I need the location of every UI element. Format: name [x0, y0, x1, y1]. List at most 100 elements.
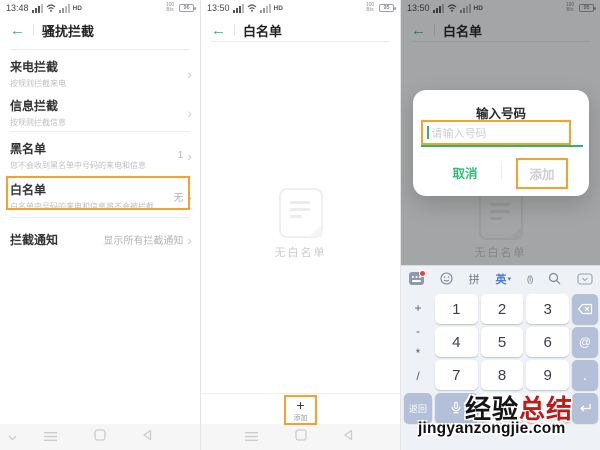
key-6[interactable]: 6 [526, 327, 569, 357]
phone-number-input[interactable]: 请输入号码 [421, 120, 571, 145]
item-title: 拦截通知 [10, 231, 99, 248]
status-time: 13:50 [207, 3, 230, 13]
hd-volte-label: HD [274, 5, 283, 12]
list-item-call-block[interactable]: 来电拦截 按规则拦截来电 › [10, 58, 192, 89]
key-8[interactable]: 8 [481, 360, 524, 390]
symbol-minus[interactable]: - [416, 324, 420, 338]
page-title: 白名单 [243, 21, 282, 40]
item-title: 来电拦截 [10, 58, 183, 75]
chevron-right-icon: › [187, 67, 192, 81]
menu-nav-icon[interactable] [245, 428, 258, 446]
divider [10, 49, 190, 50]
symbol-column[interactable]: + - * / [404, 294, 432, 390]
item-title: 黑名单 [10, 140, 174, 157]
screen-whitelist-empty: 13:50 HD 100 B/s 95 ← 白名单 无白名单 + 添加 [200, 0, 400, 450]
sogou-logo-icon[interactable] [409, 272, 424, 285]
wifi-icon [46, 4, 56, 12]
divider [201, 393, 400, 394]
key-9[interactable]: 9 [526, 360, 569, 390]
back-nav-icon[interactable] [142, 428, 152, 446]
menu-nav-icon[interactable] [44, 428, 57, 446]
button-divider [501, 161, 502, 181]
signal-icon [233, 4, 244, 13]
notification-badge [419, 270, 426, 277]
confirm-add-button[interactable]: 添加 [529, 164, 554, 183]
android-nav-bar [0, 424, 200, 450]
divider [10, 131, 190, 132]
status-bar: 13:48 HD 100 B/s 96 [0, 0, 200, 16]
language-label: 英 [495, 271, 506, 287]
header-divider [234, 24, 235, 36]
empty-document-icon [279, 188, 323, 238]
back-arrow-icon[interactable]: ← [211, 23, 226, 38]
symbol-slash[interactable]: / [416, 369, 419, 383]
list-item-whitelist[interactable]: 白名单 白名单中号码的来电和信息将不会被拦截 无 › [10, 181, 192, 212]
symbol-asterisk[interactable]: * [416, 346, 421, 360]
cancel-button[interactable]: 取消 [441, 163, 489, 182]
keyboard-collapse-icon[interactable] [577, 273, 593, 285]
search-icon[interactable] [548, 272, 561, 285]
home-nav-icon[interactable] [94, 428, 106, 446]
page-header: ← 骚扰拦截 [0, 18, 200, 42]
home-nav-icon[interactable] [295, 428, 307, 446]
input-number-dialog: 输入号码 请输入号码 取消 添加 [413, 90, 589, 196]
android-nav-bar [201, 424, 400, 450]
text-caret [427, 126, 429, 139]
list-item-blacklist[interactable]: 黑名单 您不会收到黑名单中号码的来电和信息 1 › [10, 140, 192, 171]
screen-harassment-settings: 13:48 HD 100 B/s 96 ← 骚扰拦截 来电拦截 按规则拦截来电 … [0, 0, 200, 450]
battery-icon: 96 [179, 4, 194, 12]
item-value: 显示所有拦截通知 [103, 232, 183, 247]
key-2[interactable]: 2 [481, 294, 524, 324]
keyboard-hide-icon[interactable] [8, 428, 17, 446]
key-dot[interactable]: . [572, 360, 598, 390]
key-1[interactable]: 1 [435, 294, 478, 324]
input-placeholder: 请输入号码 [432, 125, 487, 141]
pinyin-mode-button[interactable]: 拼 [469, 271, 480, 287]
list-item-sms-block[interactable]: 信息拦截 按规则拦截信息 › [10, 97, 192, 128]
item-value: 无 [173, 189, 183, 204]
chevron-right-icon: › [187, 149, 192, 163]
chevron-right-icon: › [187, 233, 192, 247]
screen-whitelist-add-dialog: 13:50 HD 100 B/s 95 ← 白名单 无白名单 输入号码 请输入号… [400, 0, 600, 450]
plus-icon: + [296, 398, 304, 412]
signal-icon [32, 4, 43, 13]
battery-icon: 95 [379, 4, 394, 12]
divider [211, 41, 390, 42]
key-enter[interactable] [572, 393, 598, 423]
list-item-block-notification[interactable]: 拦截通知 显示所有拦截通知 › [10, 231, 192, 248]
key-5[interactable]: 5 [481, 327, 524, 357]
add-button-label: 添加 [294, 413, 308, 423]
chevron-right-icon: › [187, 106, 192, 120]
header-divider [33, 24, 34, 36]
key-return[interactable]: 返回 [404, 393, 432, 423]
emoji-icon[interactable] [440, 272, 453, 285]
net-speed-indicator: 100 B/s [364, 3, 376, 14]
highlight-box-confirm: 添加 [516, 158, 568, 189]
signal2-icon [260, 4, 271, 13]
cursor-select-icon[interactable]: (I) [527, 274, 533, 284]
input-underline [421, 145, 583, 147]
add-number-button[interactable]: + 添加 [284, 395, 317, 425]
wifi-icon [247, 4, 257, 12]
watermark-domain: jingyanzongjie.com [418, 420, 565, 438]
item-subtitle: 按规则拦截信息 [10, 117, 183, 128]
symbol-plus[interactable]: + [414, 301, 421, 315]
back-arrow-icon[interactable]: ← [10, 23, 25, 38]
item-value: 1 [178, 150, 184, 161]
dropdown-arrow-icon: ▾ [507, 275, 511, 283]
key-4[interactable]: 4 [435, 327, 478, 357]
language-toggle-button[interactable]: 英 ▾ [495, 271, 511, 287]
empty-state-text: 无白名单 [201, 244, 400, 260]
key-backspace[interactable] [572, 294, 598, 324]
hd-volte-label: HD [73, 5, 82, 12]
keyboard-toolbar: 拼 英 ▾ (I) [401, 266, 600, 291]
chevron-right-icon: › [187, 190, 192, 204]
key-3[interactable]: 3 [526, 294, 569, 324]
key-7[interactable]: 7 [435, 360, 478, 390]
back-nav-icon[interactable] [343, 428, 353, 446]
empty-state [201, 188, 400, 238]
item-subtitle: 您不会收到黑名单中号码的来电和信息 [10, 160, 174, 171]
status-time: 13:48 [6, 3, 29, 13]
page-title: 骚扰拦截 [42, 21, 94, 40]
key-at[interactable]: @ [572, 327, 598, 357]
